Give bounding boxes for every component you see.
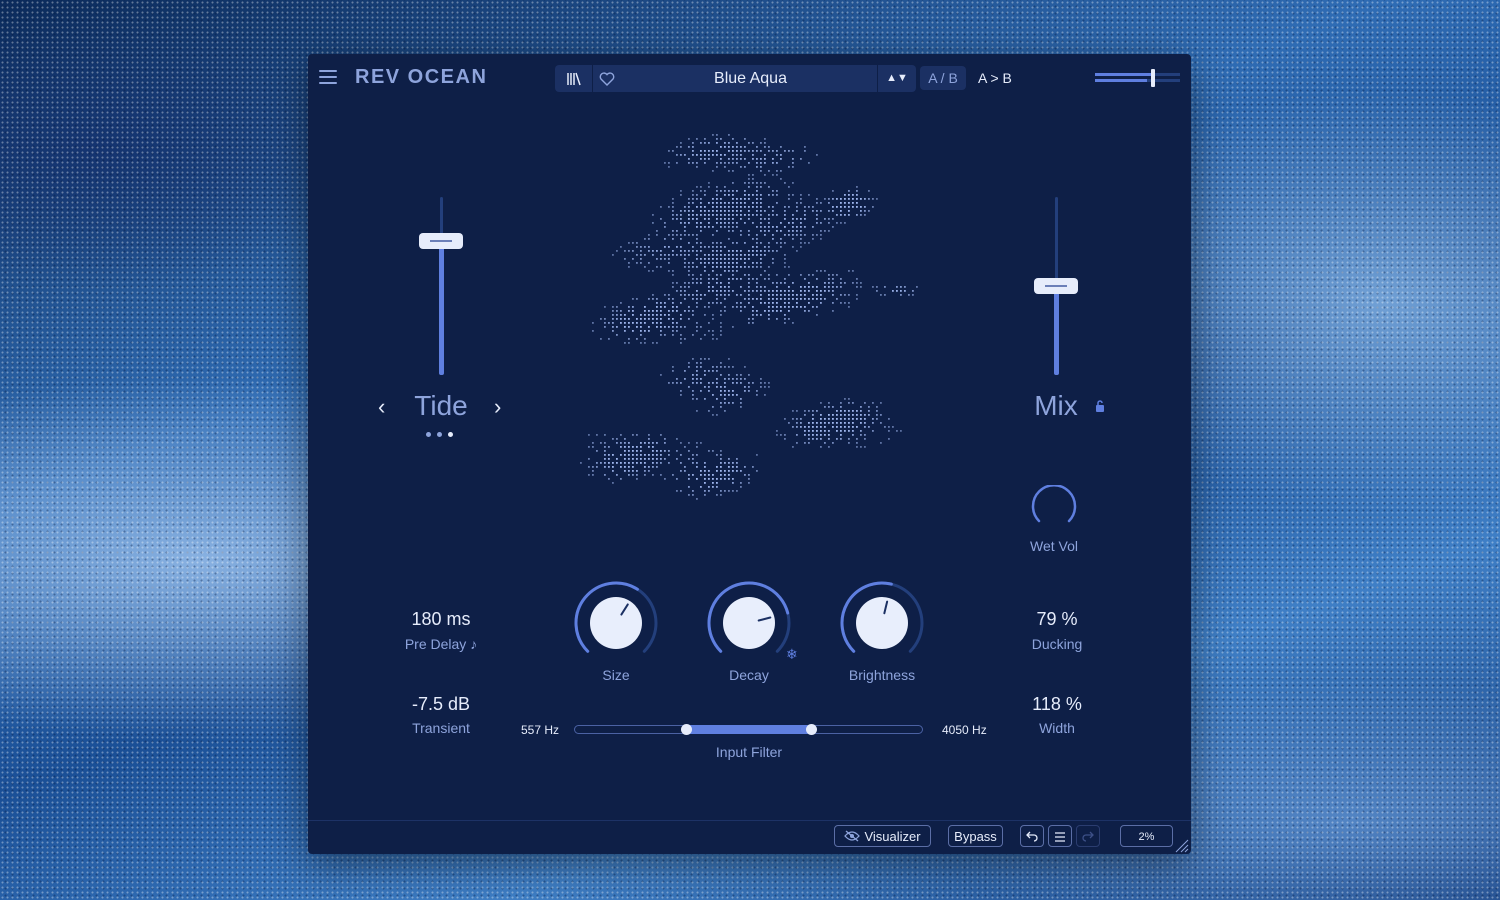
history-list-icon[interactable] [1048, 825, 1072, 847]
tide-page-dots[interactable] [426, 432, 453, 437]
app-title: REV OCEAN [355, 66, 488, 88]
visualizer-label: Visualizer [864, 829, 921, 844]
width-value[interactable]: 118 % [987, 694, 1127, 715]
favorite-heart-icon[interactable] [593, 65, 621, 92]
ducking-label: Ducking [1031, 636, 1083, 652]
wet-vol-knob[interactable] [1030, 484, 1078, 533]
freeze-snowflake-icon[interactable]: ❄ [786, 646, 798, 663]
preset-bar: Blue Aqua ▲▼ [555, 65, 916, 92]
tide-page-dot[interactable] [437, 432, 442, 437]
preset-name[interactable]: Blue Aqua [625, 65, 876, 92]
input-filter-label: Input Filter [715, 744, 783, 760]
hamburger-menu-icon[interactable] [319, 70, 337, 84]
tide-next-arrow[interactable]: › [494, 394, 501, 420]
bypass-button[interactable]: Bypass [948, 825, 1003, 847]
tide-page-dot[interactable] [426, 432, 431, 437]
output-level-handle[interactable] [1150, 69, 1155, 87]
preset-nav-arrows[interactable]: ▲▼ [877, 65, 916, 92]
input-filter-range[interactable] [685, 725, 812, 734]
tide-label: Tide [414, 390, 468, 421]
cpu-meter: 2% [1120, 825, 1173, 847]
size-knob[interactable] [571, 578, 661, 668]
reverb-visualizer [580, 134, 918, 500]
eye-off-icon [844, 830, 861, 842]
ab-toggle-button[interactable]: A / B [920, 66, 966, 90]
width-label: Width [1039, 720, 1075, 736]
transient-value[interactable]: -7.5 dB [371, 694, 511, 715]
tempo-sync-note-icon[interactable]: ♪ [470, 636, 477, 652]
mix-fader-thumb[interactable] [1034, 278, 1078, 294]
input-filter-high-value[interactable]: 4050 Hz [942, 723, 987, 737]
mix-label: Mix [1034, 390, 1078, 421]
input-filter-low-value[interactable]: 557 Hz [521, 723, 559, 737]
output-level-slider[interactable] [1095, 69, 1180, 87]
tide-fader-thumb[interactable] [419, 232, 463, 249]
brightness-label: Brightness [848, 667, 916, 683]
undo-icon[interactable] [1020, 825, 1044, 847]
tide-prev-arrow[interactable]: ‹ [378, 394, 385, 420]
brightness-knob[interactable] [837, 578, 927, 668]
ab-copy-button[interactable]: A > B [978, 66, 1012, 90]
pre-delay-label: Pre Delay ♪ [404, 636, 478, 652]
redo-icon[interactable] [1076, 825, 1100, 847]
lock-icon[interactable] [1094, 399, 1106, 418]
footer-bar: Visualizer Bypass 2% [308, 820, 1191, 854]
resize-handle-icon[interactable] [1173, 837, 1189, 853]
wet-vol-label: Wet Vol [1030, 538, 1078, 554]
pre-delay-value[interactable]: 180 ms [371, 609, 511, 630]
input-filter-low-handle[interactable] [680, 724, 692, 735]
tide-fader[interactable] [419, 197, 463, 375]
plugin-window: REV OCEAN Blue Aqua ▲▼ A / B A > B ‹ Tid… [308, 54, 1191, 854]
visualizer-toggle-button[interactable]: Visualizer [834, 825, 931, 847]
size-label: Size [602, 667, 630, 683]
transient-label: Transient [412, 720, 470, 736]
library-icon[interactable] [555, 65, 593, 92]
ducking-value[interactable]: 79 % [987, 609, 1127, 630]
tide-page-dot[interactable] [448, 432, 453, 437]
decay-knob[interactable] [704, 578, 794, 668]
decay-label: Decay [729, 667, 769, 683]
mix-fader[interactable] [1034, 197, 1078, 375]
